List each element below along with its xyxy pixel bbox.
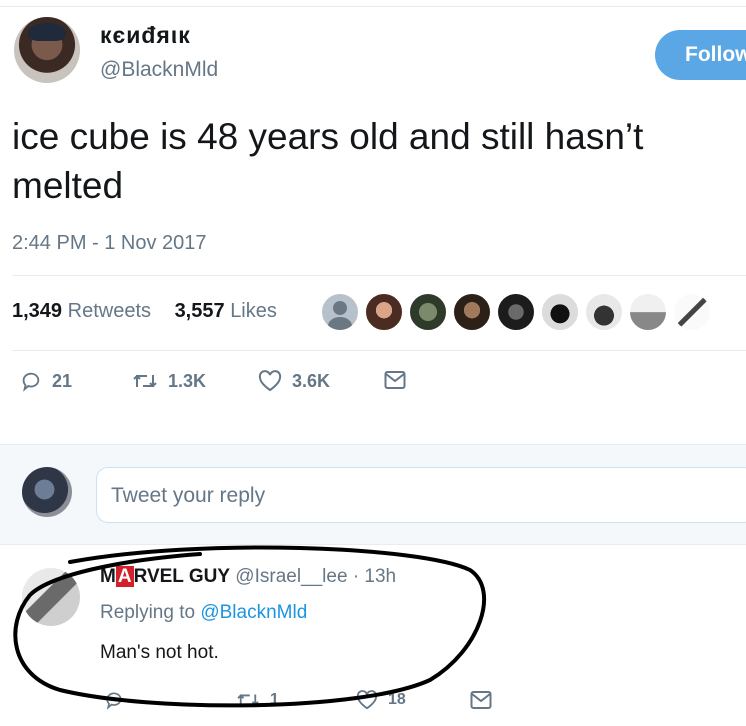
avatar-cap — [28, 23, 66, 41]
like-icon — [258, 370, 282, 392]
retweet-count: 1.3K — [168, 370, 207, 391]
reply-name-boxed-letter: A — [115, 566, 134, 587]
retweet-icon — [133, 374, 157, 388]
author-handle[interactable]: @BlacknMld — [100, 58, 218, 82]
liker-avatar[interactable] — [408, 292, 448, 332]
retweets-label: Retweets — [67, 300, 151, 322]
author-avatar[interactable] — [14, 17, 80, 83]
reply-message-action[interactable] — [470, 690, 502, 710]
message-icon — [470, 691, 492, 709]
replying-to-label: Replying to — [100, 602, 196, 623]
liker-avatar[interactable] — [364, 292, 404, 332]
reply-name-suffix: RVEL GUY — [133, 566, 231, 587]
likes-count: 3,557 — [174, 300, 225, 322]
reply-tweet[interactable]: M A RVEL GUY @Israel__lee · 13h Replying t… — [0, 546, 746, 726]
message-icon — [384, 371, 406, 389]
liker-avatar[interactable] — [496, 292, 536, 332]
reply-composer: Tweet your reply — [0, 444, 746, 545]
like-action[interactable]: 3.6K — [258, 370, 330, 392]
current-user-avatar[interactable] — [22, 467, 72, 517]
reply-input[interactable]: Tweet your reply — [96, 467, 746, 523]
reply-reply-action[interactable] — [104, 690, 134, 710]
reply-action[interactable]: 21 — [20, 370, 72, 392]
divider — [12, 275, 746, 276]
likes-label: Likes — [230, 300, 277, 322]
like-icon — [356, 690, 378, 710]
author-display-name[interactable]: кєиđяιк — [100, 22, 191, 49]
liker-avatar[interactable] — [584, 292, 624, 332]
reply-icon — [106, 692, 122, 710]
liker-avatar[interactable] — [320, 292, 360, 332]
retweet-action[interactable]: 1.3K — [132, 370, 206, 392]
reply-like-action[interactable]: 18 — [356, 690, 406, 710]
reply-retweet-action[interactable]: 1 — [236, 690, 279, 710]
liker-avatar[interactable] — [628, 292, 668, 332]
liker-avatar[interactable] — [452, 292, 492, 332]
message-action[interactable] — [384, 370, 416, 390]
liker-avatar[interactable] — [540, 292, 580, 332]
reply-text: Man's not hot. — [100, 642, 219, 663]
like-count: 3.6K — [292, 370, 331, 391]
tweet-text: ice cube is 48 years old and still hasn’… — [12, 116, 644, 206]
liker-avatar[interactable] — [672, 292, 712, 332]
top-border — [0, 6, 746, 7]
retweet-icon — [237, 694, 259, 706]
reply-retweet-count: 1 — [270, 691, 279, 708]
reply-placeholder: Tweet your reply — [111, 484, 266, 507]
reply-icon — [22, 372, 40, 392]
reply-like-count: 18 — [388, 691, 406, 708]
reply-author-name[interactable]: M A RVEL GUY — [100, 566, 230, 587]
reply-header: M A RVEL GUY @Israel__lee · 13h — [100, 566, 396, 588]
tweet-stats: 1,349 Retweets 3,557 Likes — [12, 300, 295, 323]
reply-author-avatar[interactable] — [22, 568, 80, 626]
retweets-count: 1,349 — [12, 300, 63, 322]
likes-stat[interactable]: 3,557 Likes — [175, 300, 277, 322]
reply-count: 21 — [52, 370, 73, 391]
divider — [12, 350, 746, 351]
replying-to-handle[interactable]: @BlacknMld — [200, 602, 307, 623]
reply-name-prefix: M — [100, 566, 116, 587]
retweets-stat[interactable]: 1,349 Retweets — [12, 300, 151, 322]
tweet-timestamp[interactable]: 2:44 PM - 1 Nov 2017 — [12, 232, 207, 255]
follow-button[interactable]: Follow — [655, 30, 746, 80]
replying-to: Replying to @BlacknMld — [100, 602, 307, 624]
reply-author-meta[interactable]: @Israel__lee · 13h — [235, 566, 396, 587]
